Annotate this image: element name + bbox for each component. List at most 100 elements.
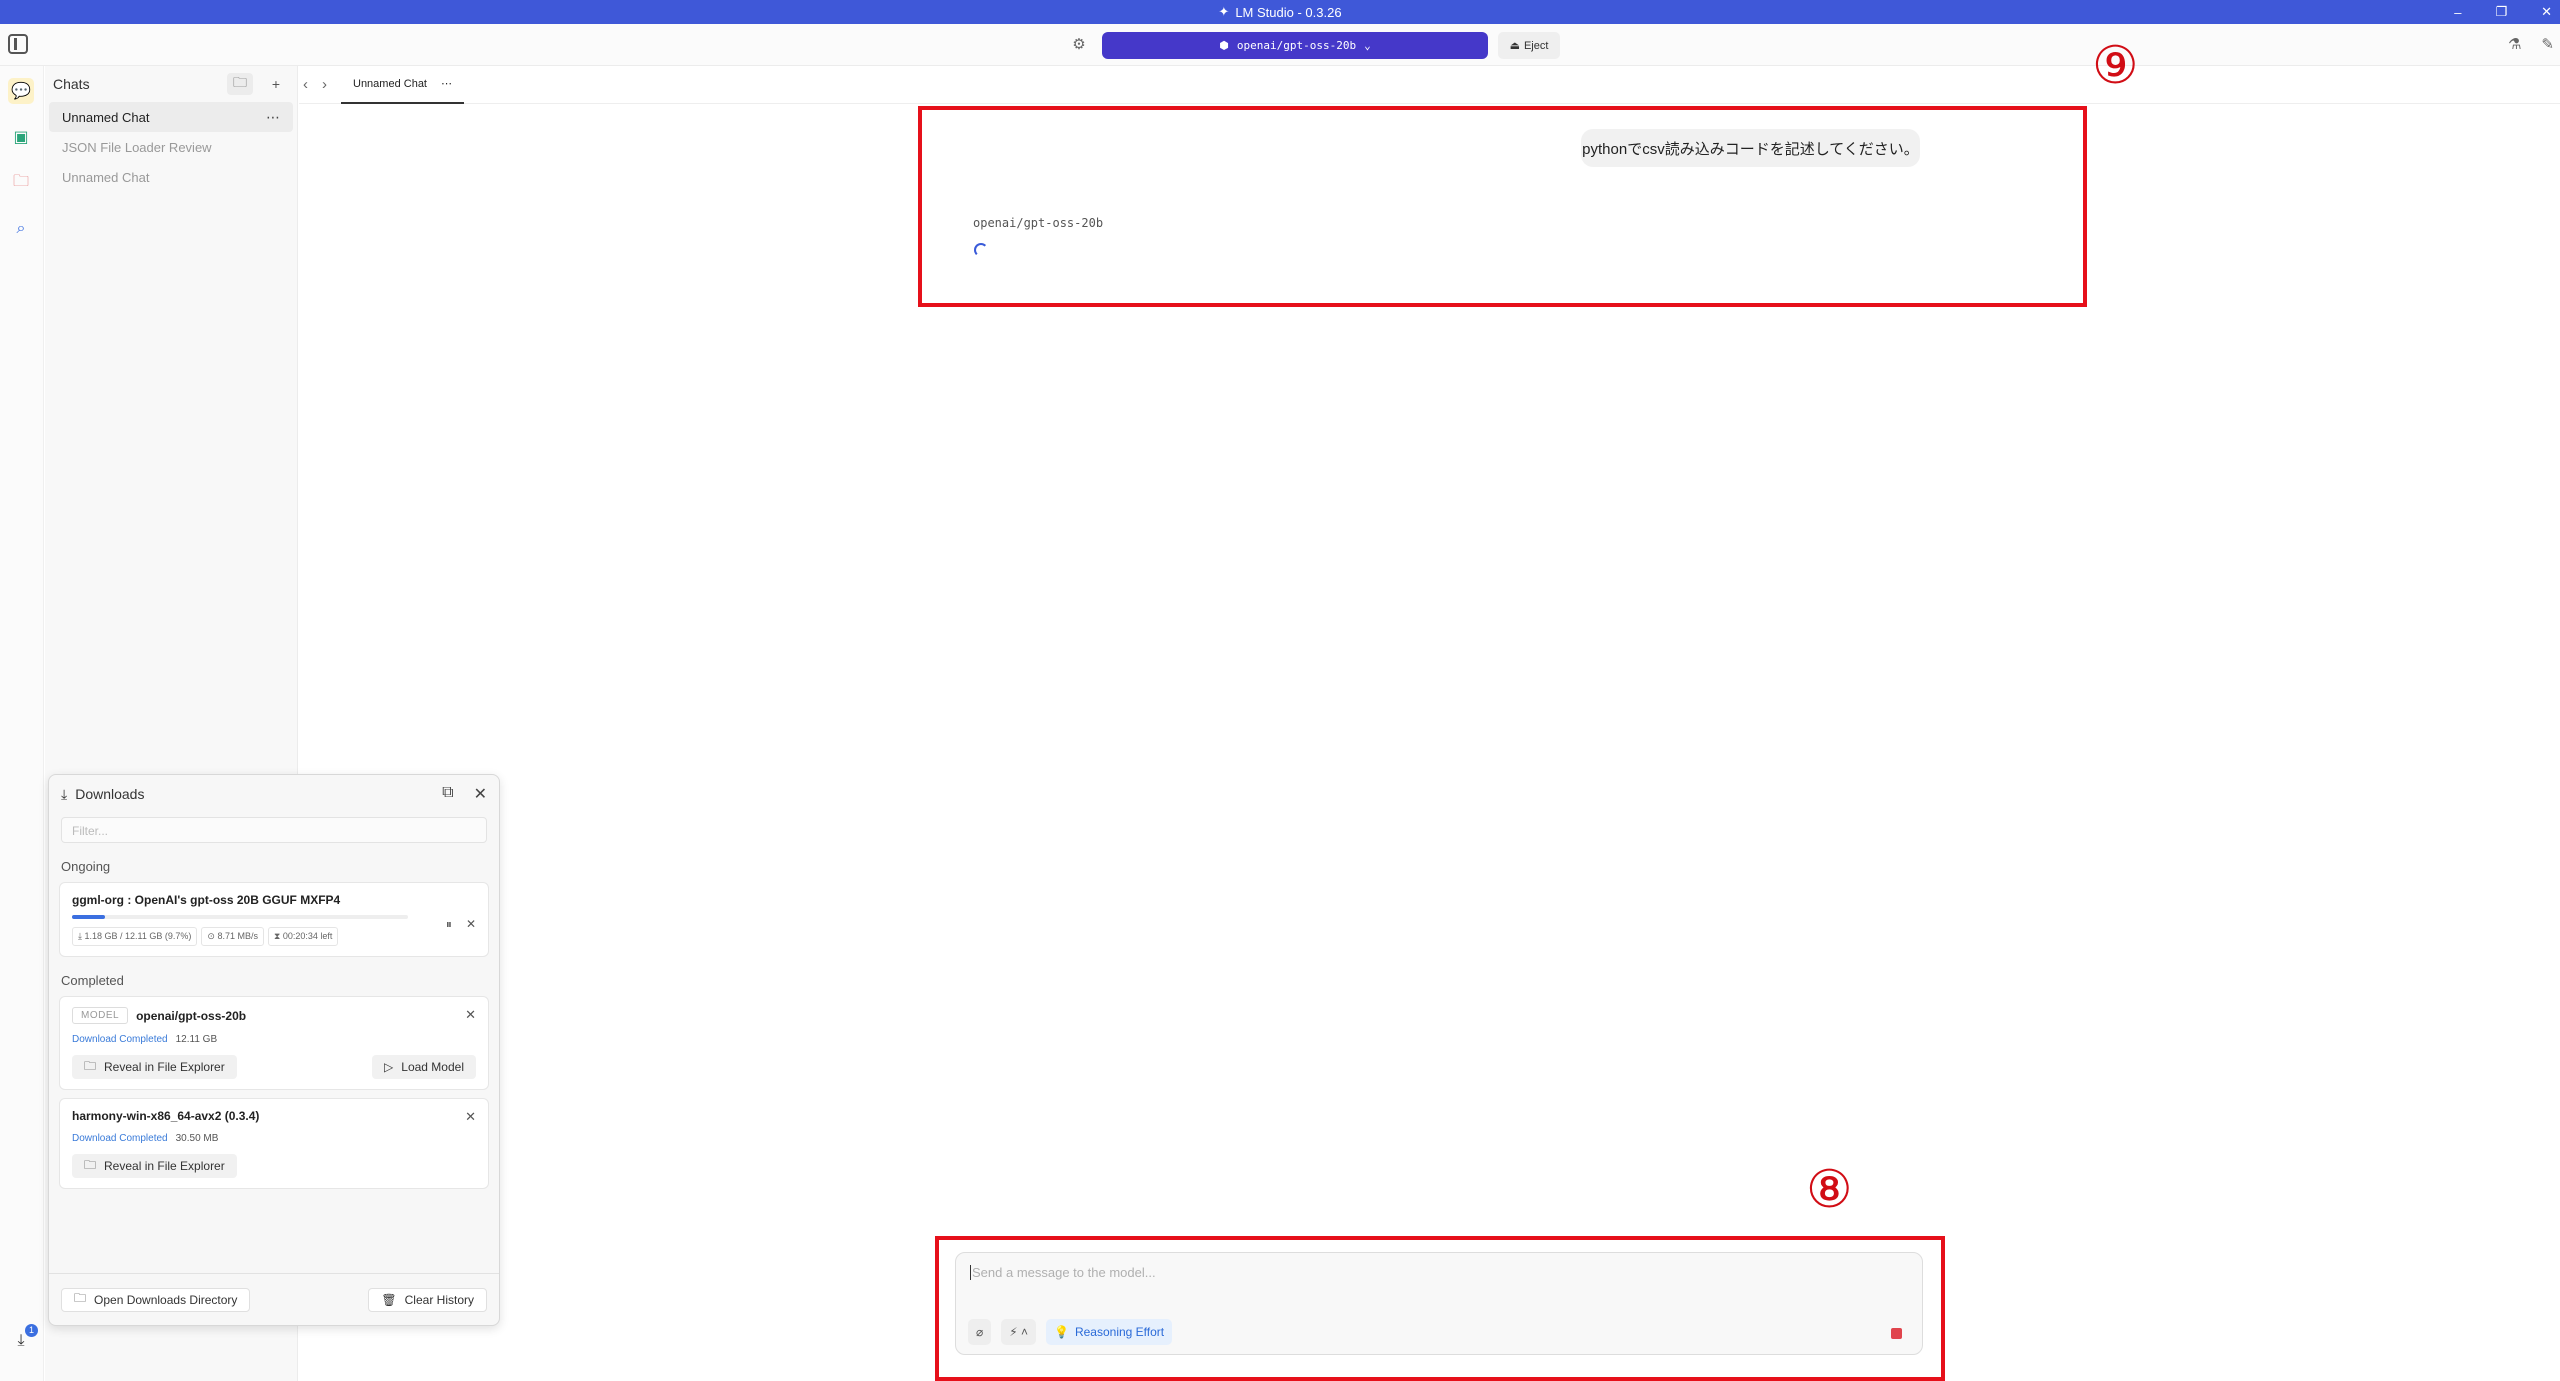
chat-list-item[interactable]: Unnamed Chat xyxy=(45,162,297,192)
nav-rail: 💬 ▣ 🗀 ⌕ xyxy=(0,66,44,1381)
play-icon: ▷ xyxy=(384,1060,394,1074)
completed-actions: 🗀 Reveal in File Explorer ▷ Load Model xyxy=(72,1055,476,1079)
completed-download-card: harmony-win-x86_64-avx2 (0.3.4) ✕ Downlo… xyxy=(59,1098,489,1189)
tab-label: Unnamed Chat xyxy=(353,77,427,90)
chat-nav-icon[interactable]: 💬 xyxy=(8,78,34,104)
tab-navigation: ‹ › xyxy=(299,76,327,93)
load-model-button[interactable]: ▷ Load Model xyxy=(372,1055,476,1079)
chats-header-actions: 🗀 + xyxy=(227,73,289,95)
maximize-button[interactable]: ❐ xyxy=(2495,4,2507,20)
message-composer: Send a message to the model... ⌀ ⚡ ˄ 💡 R… xyxy=(955,1252,1923,1355)
open-dir-label: Open Downloads Directory xyxy=(94,1292,238,1307)
eject-button[interactable]: ⏏ Eject xyxy=(1498,32,1560,59)
composer-tools: ⌀ ⚡ ˄ 💡 Reasoning Effort xyxy=(968,1319,1173,1345)
folder-icon: 🗀 xyxy=(84,1058,97,1073)
reveal-in-explorer-button[interactable]: 🗀 Reveal in File Explorer xyxy=(72,1154,237,1178)
chevron-down-icon: ⌄ xyxy=(1364,39,1371,52)
window-controls: – ❐ ✕ xyxy=(2454,0,2552,24)
new-chat-button[interactable]: + xyxy=(263,73,289,95)
completed-section-label: Completed xyxy=(61,973,124,988)
attach-file-icon[interactable]: ⌀ xyxy=(968,1319,992,1345)
completed-download-card: MODEL openai/gpt-oss-20b ✕ Download Comp… xyxy=(59,996,489,1090)
loading-spinner-icon xyxy=(974,243,988,257)
clear-history-button[interactable]: 🗑 Clear History xyxy=(368,1287,487,1312)
chat-list-item[interactable]: JSON File Loader Review xyxy=(45,132,297,162)
close-window-button[interactable]: ✕ xyxy=(2541,4,2552,20)
my-models-nav-icon[interactable]: 🗀 xyxy=(8,170,34,196)
more-options-icon[interactable]: ⋯ xyxy=(266,109,280,126)
download-speed-chip: ⊙ 8.71 MB/s xyxy=(201,927,264,946)
download-size: 1.18 GB / 12.11 GB xyxy=(84,931,163,941)
lightbulb-icon: 💡 xyxy=(1054,1325,1069,1339)
file-size: 30.50 MB xyxy=(175,1133,219,1144)
chat-item-label: JSON File Loader Review xyxy=(62,139,212,155)
assistant-model-label: openai/gpt-oss-20b xyxy=(973,216,1104,230)
downloads-header: ⤓ Downloads ⧉ ✕ xyxy=(49,775,499,813)
download-progress-bar xyxy=(72,915,408,919)
file-size: 12.11 GB xyxy=(175,1034,218,1045)
model-selector-label: openai/gpt-oss-20b xyxy=(1236,39,1357,52)
pause-icon[interactable]: ⏸ xyxy=(446,917,452,932)
chat-item-label: Unnamed Chat xyxy=(62,169,150,185)
lab-icon[interactable]: ⚗ xyxy=(2508,35,2521,53)
trash-icon: 🗑 xyxy=(381,1292,397,1307)
window-title: LM Studio - 0.3.26 xyxy=(1235,4,1342,20)
cancel-download-icon[interactable]: ✕ xyxy=(466,917,476,932)
model-tag: MODEL xyxy=(72,1007,129,1024)
close-icon[interactable]: ✕ xyxy=(474,784,487,804)
reveal-in-explorer-button[interactable]: 🗀 Reveal in File Explorer xyxy=(72,1055,237,1079)
tools-plug-icon[interactable]: ⚡ ˄ xyxy=(1001,1319,1037,1345)
ongoing-section-label: Ongoing xyxy=(61,859,111,874)
download-percent: (9.7%) xyxy=(164,931,192,941)
message-input[interactable]: Send a message to the model... xyxy=(970,1265,1156,1280)
download-speed: 8.71 MB/s xyxy=(217,931,258,941)
download-size-chip: ⤓ 1.18 GB / 12.11 GB (9.7%) xyxy=(72,927,198,946)
download-eta-chip: ⧗ 00:20:34 left xyxy=(267,927,339,946)
status-text: Download Completed xyxy=(72,1034,168,1045)
minimize-button[interactable]: – xyxy=(2454,5,2461,20)
stop-generation-button[interactable] xyxy=(1891,1328,1902,1339)
ongoing-download-name: ggml-org : OpenAI's gpt-oss 20B GGUF MXF… xyxy=(72,893,341,907)
wrench-icon[interactable]: ✎ xyxy=(2541,35,2554,53)
downloads-filter-input[interactable]: Filter... xyxy=(61,817,487,843)
reveal-label: Reveal in File Explorer xyxy=(104,1060,225,1074)
model-loaded-icon: ⬢ xyxy=(1219,39,1229,52)
open-downloads-directory-button[interactable]: 🗀 Open Downloads Directory xyxy=(61,1287,251,1312)
completed-actions: 🗀 Reveal in File Explorer xyxy=(72,1154,476,1178)
chat-list-item[interactable]: Unnamed Chat ⋯ xyxy=(49,102,293,132)
eject-label: Eject xyxy=(1523,39,1549,52)
download-controls: ⏸ ✕ xyxy=(446,917,476,932)
remove-item-icon[interactable]: ✕ xyxy=(465,1109,476,1125)
ongoing-download-card: ggml-org : OpenAI's gpt-oss 20B GGUF MXF… xyxy=(59,882,489,957)
chevron-right-icon[interactable]: › xyxy=(322,76,327,93)
top-bar: ⚙ ⬢ openai/gpt-oss-20b ⌄ ⏏ Eject ⚗ ✎ xyxy=(0,24,2560,66)
reveal-label: Reveal in File Explorer xyxy=(104,1159,225,1173)
settings-gear-icon[interactable]: ⚙ xyxy=(1069,35,1089,55)
reasoning-effort-button[interactable]: 💡 Reasoning Effort xyxy=(1046,1319,1173,1345)
downloads-panel: ⤓ Downloads ⧉ ✕ Filter... Ongoing ggml-o… xyxy=(48,774,500,1326)
new-folder-icon[interactable]: 🗀 xyxy=(227,73,253,95)
model-selector-button[interactable]: ⬢ openai/gpt-oss-20b ⌄ xyxy=(1102,32,1488,59)
downloads-header-actions: ⧉ ✕ xyxy=(442,784,487,804)
chevron-left-icon[interactable]: ‹ xyxy=(303,76,308,93)
user-message-bubble: pythonでcsv読み込みコードを記述してください。 xyxy=(1581,129,1920,167)
completed-download-name: openai/gpt-oss-20b xyxy=(136,1008,247,1023)
tab-more-icon[interactable]: ⋯ xyxy=(441,77,452,90)
download-stats: ⤓ 1.18 GB / 12.11 GB (9.7%) ⊙ 8.71 MB/s … xyxy=(72,927,476,946)
downloads-footer: 🗀 Open Downloads Directory 🗑 Clear Histo… xyxy=(49,1273,499,1325)
discover-search-icon[interactable]: ⌕ xyxy=(8,216,34,242)
user-message-text: pythonでcsv読み込みコードを記述してください。 xyxy=(1582,140,1919,158)
completed-download-status: Download Completed 12.11 GB xyxy=(72,1034,476,1045)
topbar-right-tools: ⚗ ✎ xyxy=(2508,35,2554,53)
sidebar-toggle-icon[interactable] xyxy=(8,34,28,54)
folder-icon: 🗀 xyxy=(84,1157,97,1172)
downloads-toggle-icon[interactable]: ⤓ 1 xyxy=(8,1324,38,1354)
completed-download-status: Download Completed 30.50 MB xyxy=(72,1133,476,1144)
tab-unnamed-chat[interactable]: Unnamed Chat ⋯ xyxy=(341,66,464,104)
chat-item-label: Unnamed Chat xyxy=(62,109,150,125)
app-logo-icon: ✦ xyxy=(1218,4,1230,19)
remove-item-icon[interactable]: ✕ xyxy=(465,1007,476,1023)
developer-nav-icon[interactable]: ▣ xyxy=(8,124,34,150)
popout-icon[interactable]: ⧉ xyxy=(442,784,453,804)
download-progress-fill xyxy=(72,915,105,919)
